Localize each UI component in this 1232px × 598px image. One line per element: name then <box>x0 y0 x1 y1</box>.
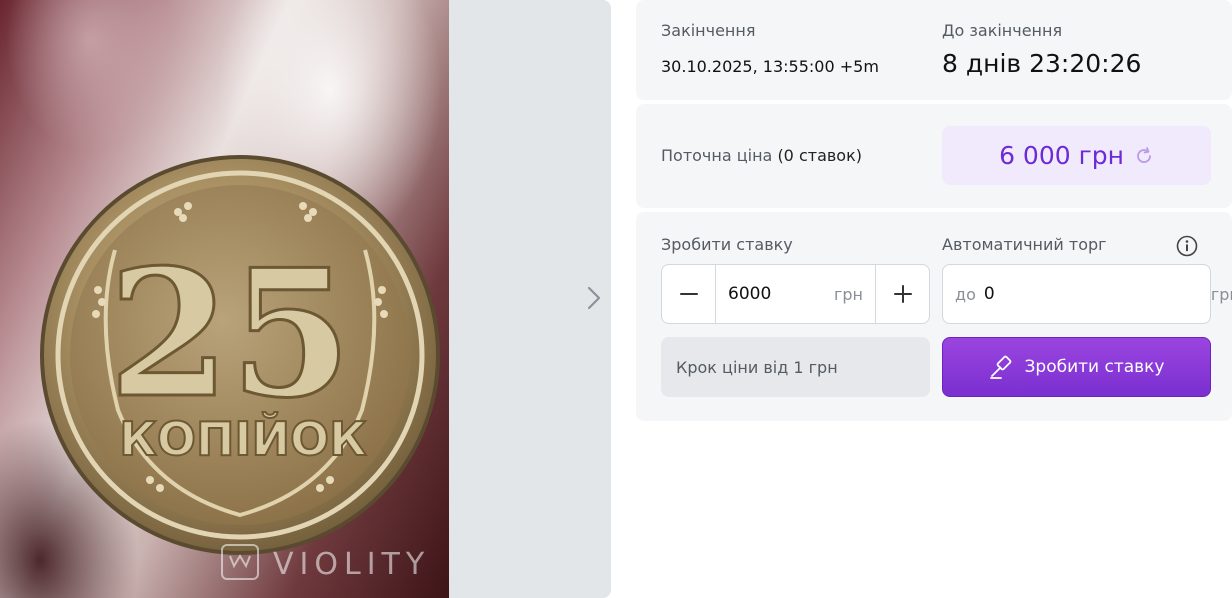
photo-gallery: 25 КОПІЙОК VIOLITY <box>0 0 611 598</box>
bid-amount-unit: грн <box>833 284 863 304</box>
minus-icon <box>679 293 698 295</box>
plus-icon <box>893 285 912 303</box>
bids-count: (0 ставок) <box>777 146 862 165</box>
chevron-right-icon <box>587 286 601 310</box>
bid-amount-input[interactable] <box>728 284 808 304</box>
make-bid-label: Зробити ставку <box>661 235 793 254</box>
current-price-value: 6 000 грн <box>999 141 1124 170</box>
next-photo-button[interactable] <box>580 280 608 316</box>
time-left-value: 8 днів 23:20:26 <box>942 49 1142 78</box>
coin-denomination: 25 <box>108 232 352 437</box>
place-bid-button[interactable]: Зробити ставку <box>942 337 1211 397</box>
auto-bid-prefix: до <box>955 284 976 304</box>
coin-word: КОПІЙОК <box>119 412 367 466</box>
current-price-box: 6 000 грн <box>942 126 1211 185</box>
current-price-label-text: Поточна ціна <box>661 146 773 165</box>
place-bid-label: Зробити ставку <box>1024 357 1165 377</box>
current-price-label: Поточна ціна (0 ставок) <box>661 146 862 165</box>
bid-amount-field: грн <box>716 265 875 323</box>
price-step-hint: Крок ціни від 1 грн <box>661 337 930 397</box>
info-icon[interactable] <box>1176 235 1198 257</box>
end-value: 30.10.2025, 13:55:00 +5m <box>661 57 879 76</box>
bid-card: Зробити ставку Автоматичний торг грн до … <box>636 212 1232 421</box>
time-left-label: До закінчення <box>942 21 1063 40</box>
end-time-card: Закінчення 30.10.2025, 13:55:00 +5m До з… <box>636 0 1232 100</box>
auto-bid-unit: грн <box>1210 284 1232 304</box>
auto-bid-label: Автоматичний торг <box>942 235 1107 254</box>
auto-bid-input[interactable] <box>983 284 1203 304</box>
gavel-icon <box>989 355 1011 379</box>
violity-watermark: VIOLITY <box>273 547 430 582</box>
auto-bid-field: до грн <box>942 264 1232 324</box>
bid-amount-stepper: грн <box>661 264 930 324</box>
decrease-bid-button[interactable] <box>662 265 716 323</box>
coin-image: 25 КОПІЙОК VIOLITY <box>40 155 440 582</box>
increase-bid-button[interactable] <box>875 265 929 323</box>
refresh-icon[interactable] <box>1134 146 1154 166</box>
end-label: Закінчення <box>661 21 756 40</box>
current-price-card: Поточна ціна (0 ставок) 6 000 грн <box>636 104 1232 208</box>
